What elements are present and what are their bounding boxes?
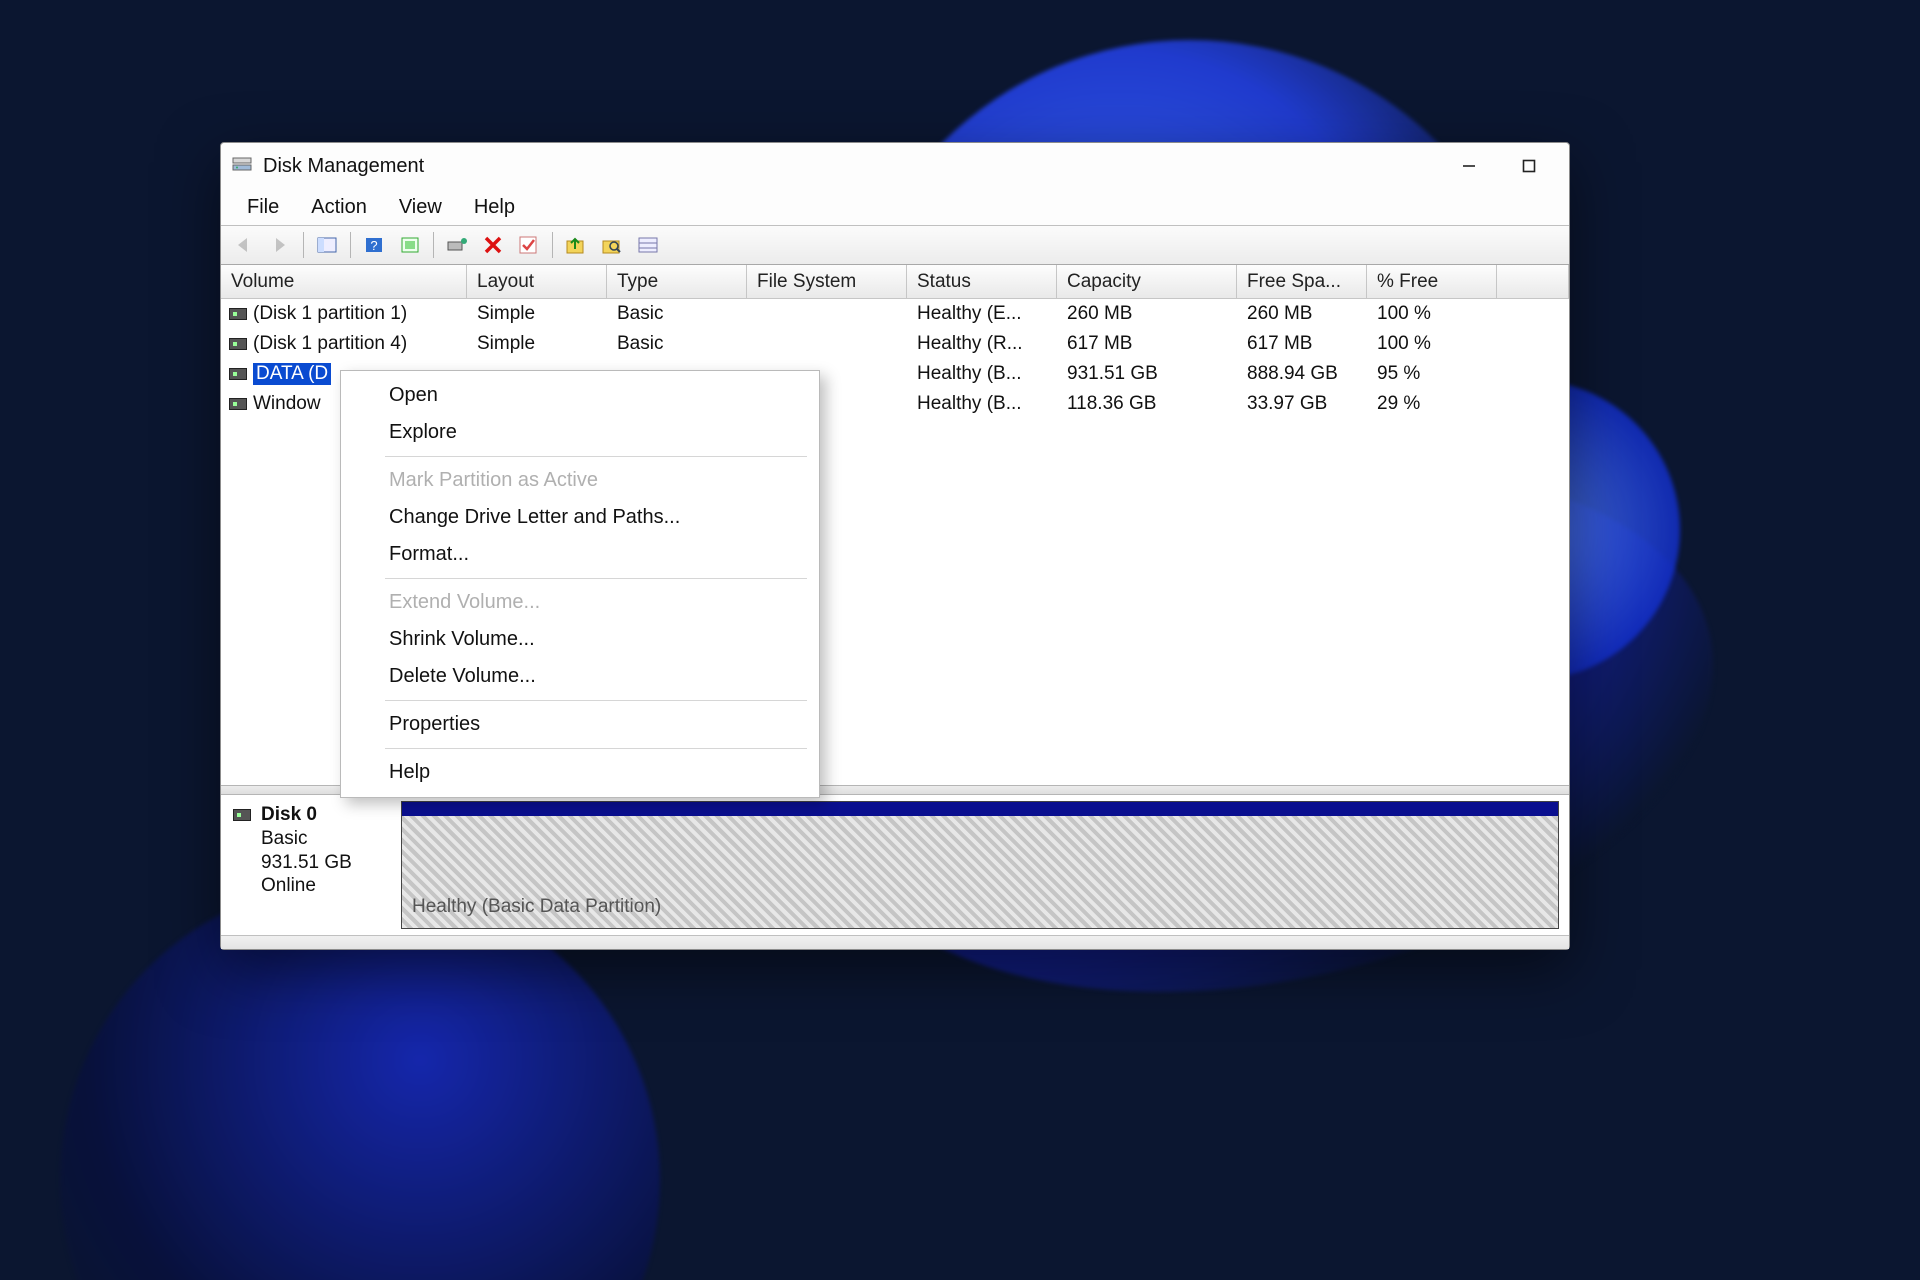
disk-name: Disk 0: [261, 804, 317, 825]
ctx-help[interactable]: Help: [341, 754, 819, 791]
volume-table-header: Volume Layout Type File System Status Ca…: [221, 265, 1569, 299]
toolbar: ?: [221, 225, 1569, 265]
ctx-open[interactable]: Open: [341, 377, 819, 414]
menu-action[interactable]: Action: [297, 192, 381, 223]
drive-icon: [229, 308, 247, 320]
column-capacity[interactable]: Capacity: [1057, 265, 1237, 298]
cell-type: Basic: [607, 303, 747, 325]
drive-icon: [229, 398, 247, 410]
cell-free: 888.94 GB: [1237, 363, 1367, 385]
partition-header-stripe: [402, 802, 1558, 816]
cell-capacity: 260 MB: [1057, 303, 1237, 325]
ctx-extend: Extend Volume...: [341, 584, 819, 621]
cell-pct: 100 %: [1367, 333, 1497, 355]
cell-layout: Simple: [467, 303, 607, 325]
menu-help[interactable]: Help: [460, 192, 529, 223]
ctx-separator: [385, 578, 807, 579]
cell-free: 617 MB: [1237, 333, 1367, 355]
ctx-separator: [385, 748, 807, 749]
cell-pct: 95 %: [1367, 363, 1497, 385]
toolbar-separator: [433, 232, 434, 258]
disk-state: Online: [261, 875, 316, 896]
ctx-delete[interactable]: Delete Volume...: [341, 658, 819, 695]
drive-icon: [229, 368, 247, 380]
menubar: File Action View Help: [221, 189, 1569, 225]
column-type[interactable]: Type: [607, 265, 747, 298]
action-folder-search-icon[interactable]: [595, 230, 629, 260]
toolbar-separator: [350, 232, 351, 258]
menu-file[interactable]: File: [233, 192, 293, 223]
window-title: Disk Management: [263, 155, 424, 178]
partition-status-label: Healthy (Basic Data Partition): [412, 896, 661, 918]
cell-status: Healthy (E...: [907, 303, 1057, 325]
minimize-button[interactable]: [1439, 143, 1499, 189]
action-folder-up-icon[interactable]: [559, 230, 593, 260]
table-row[interactable]: (Disk 1 partition 4) Simple Basic Health…: [221, 329, 1569, 359]
column-filesystem[interactable]: File System: [747, 265, 907, 298]
cell-capacity: 118.36 GB: [1057, 393, 1237, 415]
cell-free: 260 MB: [1237, 303, 1367, 325]
cell-status: Healthy (B...: [907, 363, 1057, 385]
ctx-separator: [385, 700, 807, 701]
volume-name: (Disk 1 partition 1): [253, 303, 407, 325]
maximize-button[interactable]: [1499, 143, 1559, 189]
column-spacer: [1497, 265, 1569, 298]
disk-type: Basic: [261, 828, 307, 849]
drive-icon: [229, 338, 247, 350]
disk-info[interactable]: Disk 0 Basic 931.51 GB Online: [221, 795, 401, 935]
context-menu: Open Explore Mark Partition as Active Ch…: [340, 370, 820, 798]
ctx-separator: [385, 456, 807, 457]
column-pctfree[interactable]: % Free: [1367, 265, 1497, 298]
delete-icon[interactable]: [476, 230, 510, 260]
help-icon[interactable]: ?: [357, 230, 391, 260]
cell-pct: 29 %: [1367, 393, 1497, 415]
ctx-format[interactable]: Format...: [341, 536, 819, 573]
column-freespace[interactable]: Free Spa...: [1237, 265, 1367, 298]
ctx-shrink[interactable]: Shrink Volume...: [341, 621, 819, 658]
settings-icon[interactable]: [393, 230, 427, 260]
cell-type: Basic: [607, 333, 747, 355]
refresh-disk-icon[interactable]: [440, 230, 474, 260]
ctx-mark-active: Mark Partition as Active: [341, 462, 819, 499]
toolbar-separator: [303, 232, 304, 258]
table-row[interactable]: (Disk 1 partition 1) Simple Basic Health…: [221, 299, 1569, 329]
cell-pct: 100 %: [1367, 303, 1497, 325]
check-icon[interactable]: [512, 230, 546, 260]
volume-name: DATA (D: [253, 363, 331, 385]
cell-capacity: 931.51 GB: [1057, 363, 1237, 385]
svg-text:?: ?: [370, 238, 377, 253]
cell-status: Healthy (R...: [907, 333, 1057, 355]
forward-icon[interactable]: [263, 230, 297, 260]
toolbar-separator: [552, 232, 553, 258]
ctx-explore[interactable]: Explore: [341, 414, 819, 451]
ctx-properties[interactable]: Properties: [341, 706, 819, 743]
volume-name: Window: [253, 393, 321, 415]
volume-name: (Disk 1 partition 4): [253, 333, 407, 355]
show-hide-tree-icon[interactable]: [310, 230, 344, 260]
cell-layout: Simple: [467, 333, 607, 355]
drive-icon: [233, 809, 251, 821]
column-status[interactable]: Status: [907, 265, 1057, 298]
disk-size: 931.51 GB: [261, 852, 352, 873]
back-icon[interactable]: [227, 230, 261, 260]
list-view-icon[interactable]: [631, 230, 665, 260]
cell-capacity: 617 MB: [1057, 333, 1237, 355]
titlebar[interactable]: Disk Management: [221, 143, 1569, 189]
ctx-change-letter[interactable]: Change Drive Letter and Paths...: [341, 499, 819, 536]
menu-view[interactable]: View: [385, 192, 456, 223]
column-layout[interactable]: Layout: [467, 265, 607, 298]
cell-free: 33.97 GB: [1237, 393, 1367, 415]
disk-management-app-icon: [231, 155, 253, 177]
cell-status: Healthy (B...: [907, 393, 1057, 415]
partition-block[interactable]: Healthy (Basic Data Partition): [401, 801, 1559, 929]
column-volume[interactable]: Volume: [221, 265, 467, 298]
disk-graphical-pane: Disk 0 Basic 931.51 GB Online Healthy (B…: [221, 795, 1569, 935]
status-bar: [221, 935, 1569, 949]
